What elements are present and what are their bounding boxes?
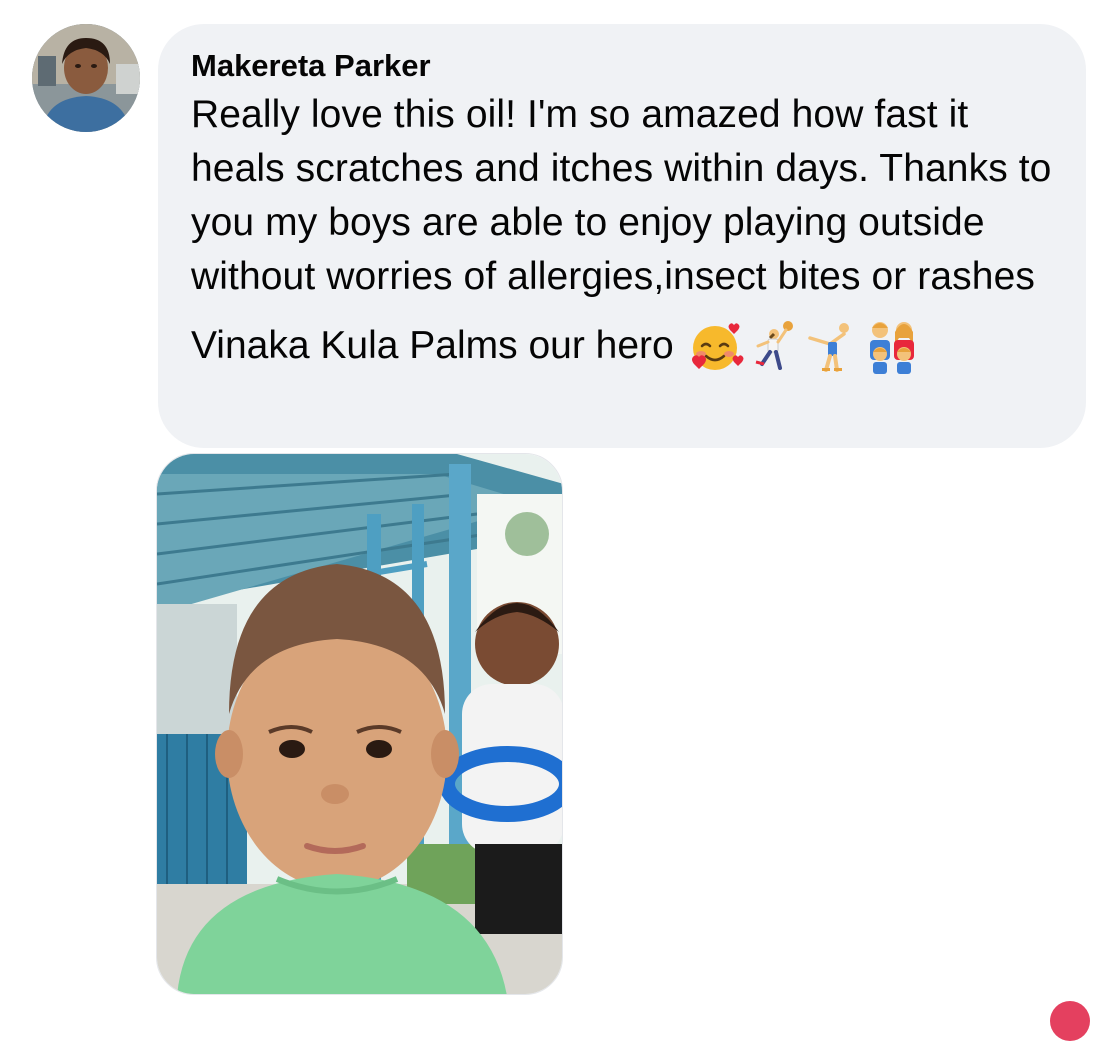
emoji-row — [686, 318, 922, 374]
comment-closing-line: Vinaka Kula Palms our hero — [191, 318, 1056, 374]
comment-author-name[interactable]: Makereta Parker — [191, 46, 1056, 86]
family-icon — [869, 322, 914, 374]
smiling-face-with-hearts-icon — [691, 323, 744, 370]
comment-bubble: Makereta Parker Really love this oil! I'… — [158, 24, 1086, 448]
notification-dot — [1050, 1001, 1090, 1041]
comment-body: Really love this oil! I'm so amazed how … — [191, 93, 1052, 298]
person-cartwheeling-icon — [807, 323, 849, 372]
commenter-avatar[interactable] — [32, 24, 140, 132]
comment-closing-text: Vinaka Kula Palms our hero — [191, 324, 674, 367]
comment-photo[interactable] — [156, 453, 563, 995]
person-playing-handball-icon — [755, 321, 793, 370]
